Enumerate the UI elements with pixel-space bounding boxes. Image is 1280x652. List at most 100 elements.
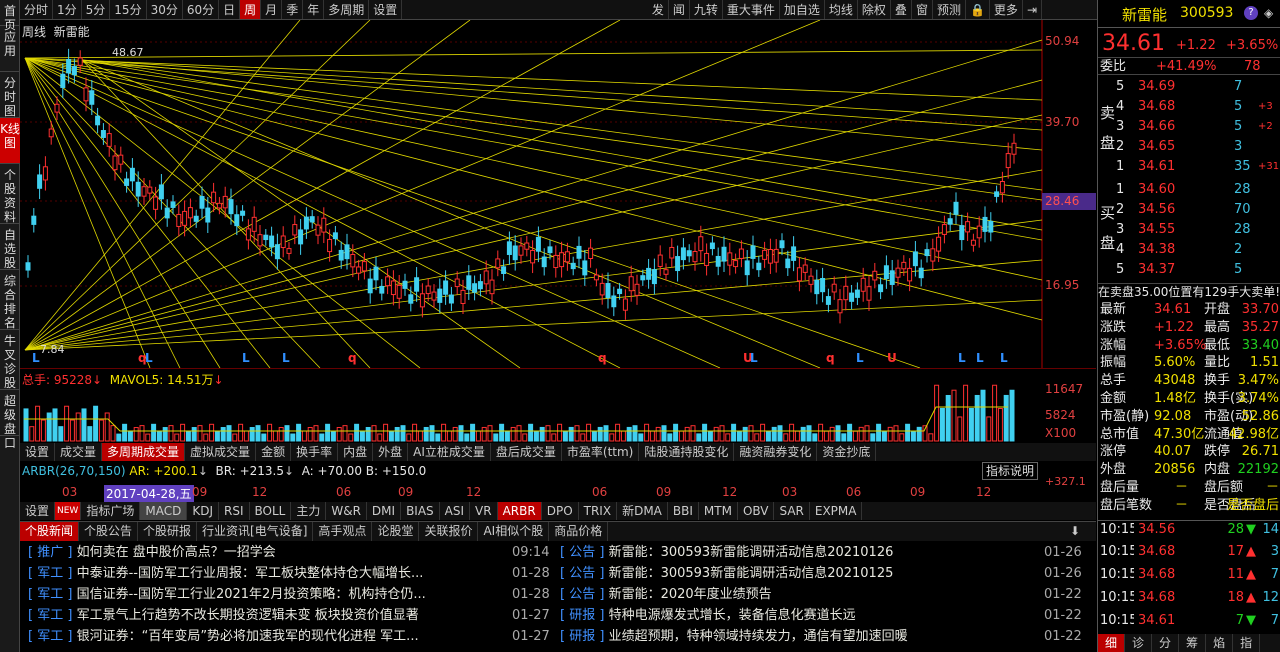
period-tab[interactable]: 60分: [183, 0, 220, 19]
period-tab[interactable]: 5分: [82, 0, 111, 19]
toolbar-button[interactable]: 🔒: [966, 0, 990, 19]
indicator-tab[interactable]: BBI: [668, 502, 699, 520]
news-item[interactable]: [ 研报 ] 特种电源爆发式增长，装备信息化赛道长远: [560, 605, 1040, 626]
volume-indicator-tab[interactable]: 多周期成交量: [102, 443, 186, 461]
news-tab[interactable]: 论股堂: [372, 522, 420, 541]
volume-indicator-tab[interactable]: 设置: [20, 443, 56, 461]
volume-indicator-tab[interactable]: 虚拟成交量: [185, 443, 257, 461]
indicator-tab[interactable]: MTM: [699, 502, 738, 520]
indicator-tab[interactable]: EXPMA: [810, 502, 863, 520]
period-tab[interactable]: 多周期: [324, 0, 370, 19]
volume-indicator-tab[interactable]: 陆股通持股变化: [639, 443, 735, 461]
toolbar-button[interactable]: 均线: [825, 0, 858, 19]
toolbar-button[interactable]: ⇥: [1023, 0, 1042, 19]
volume-indicator-tab[interactable]: 金额: [256, 443, 292, 461]
news-item[interactable]: [ 军工 ] 中泰证券--国防军工行业周报：军工板块整体持仓大幅增长...: [28, 563, 508, 584]
toolbar-button[interactable]: 发: [648, 0, 669, 19]
news-item[interactable]: [ 公告 ] 新雷能：300593新雷能调研活动信息20210126: [560, 542, 1040, 563]
indicator-tab[interactable]: OBV: [738, 502, 775, 520]
news-tab[interactable]: 个股研报: [138, 522, 198, 541]
news-item[interactable]: [ 公告 ] 新雷能：300593新雷能调研活动信息20210125: [560, 563, 1040, 584]
period-tab[interactable]: 1分: [53, 0, 82, 19]
period-tab[interactable]: 分时: [20, 0, 54, 19]
news-item[interactable]: [ 推广 ] 如何卖在 盘中股价高点？一招学会: [28, 542, 508, 563]
indicator-tab[interactable]: SAR: [774, 502, 810, 520]
toolbar-button[interactable]: 预测: [933, 0, 966, 19]
indicator-tab[interactable]: DMI: [367, 502, 402, 520]
toolbar-button[interactable]: 叠: [891, 0, 912, 19]
indicator-tab[interactable]: RSI: [219, 502, 250, 520]
news-item[interactable]: [ 公告 ] 新雷能：2020年度业绩预告: [560, 584, 1040, 605]
indicator-tab[interactable]: ARBR: [497, 502, 542, 520]
toolbar-button[interactable]: 重大事件: [723, 0, 780, 19]
nav-item-5[interactable]: 自选股: [0, 224, 20, 270]
expand-icon[interactable]: ◈: [1264, 6, 1273, 20]
indicator-help-button[interactable]: 指标说明: [982, 462, 1038, 480]
nav-item-2[interactable]: 分时图: [0, 72, 20, 118]
toolbar-button[interactable]: 更多: [990, 0, 1023, 19]
volume-indicator-tab[interactable]: 盘后成交量: [491, 443, 562, 461]
period-tab[interactable]: 15分: [110, 0, 147, 19]
indicator-tab[interactable]: 新DMA: [617, 502, 668, 520]
download-icon[interactable]: ⬇: [1070, 524, 1080, 538]
indicator-tab[interactable]: W&R: [326, 502, 367, 520]
news-tab[interactable]: AI相似个股: [478, 522, 550, 541]
info-icon[interactable]: ?: [1244, 6, 1258, 20]
indicator-tab[interactable]: ASI: [440, 502, 471, 520]
volume-indicator-tab[interactable]: 内盘: [338, 443, 374, 461]
quote-tab[interactable]: 分: [1152, 634, 1180, 652]
volume-indicator-tab[interactable]: 成交量: [55, 443, 103, 461]
news-item[interactable]: [ 军工 ] 国信证券--国防军工行业2021年2月投资策略：机构持仓仍...: [28, 584, 508, 605]
toolbar-button[interactable]: 窗: [912, 0, 933, 19]
kline-chart[interactable]: LqLLLqqULqLULLL 周线 新雷能 48.67 7.84 50.94 …: [20, 20, 1096, 368]
volume-indicator-tab[interactable]: 换手率: [291, 443, 339, 461]
news-tab[interactable]: 关联报价: [419, 522, 479, 541]
indicator-tab[interactable]: TRIX: [579, 502, 618, 520]
news-tab[interactable]: 个股公告: [79, 522, 139, 541]
period-tab[interactable]: 30分: [147, 0, 183, 19]
nav-item-7[interactable]: 牛叉诊股: [0, 330, 20, 390]
period-tab[interactable]: 季: [282, 0, 304, 19]
period-tab[interactable]: 设置: [369, 0, 403, 19]
news-tab[interactable]: 行业资讯[电气设备]: [197, 522, 314, 541]
period-tab[interactable]: 日: [219, 0, 241, 19]
news-item[interactable]: [ 军工 ] 银河证券：“百年变局”势必将加速我军的现代化进程 军工...: [28, 626, 508, 647]
quote-tab[interactable]: 细: [1098, 634, 1126, 652]
indicator-tab[interactable]: BIAS: [401, 502, 440, 520]
volume-indicator-tab[interactable]: 外盘: [373, 443, 409, 461]
news-tab[interactable]: 高手观点: [313, 522, 373, 541]
quote-tab[interactable]: 指: [1233, 634, 1261, 652]
toolbar-button[interactable]: 闻: [669, 0, 690, 19]
new-badge[interactable]: NEW: [55, 502, 82, 520]
quote-tab[interactable]: 焰: [1206, 634, 1234, 652]
toolbar-button[interactable]: 除权: [858, 0, 891, 19]
toolbar-button[interactable]: 加自选: [780, 0, 825, 19]
indicator-tab[interactable]: DPO: [542, 502, 579, 520]
nav-item-1[interactable]: 应用: [0, 26, 20, 72]
toolbar-button[interactable]: 九转: [690, 0, 723, 19]
period-tab[interactable]: 月: [261, 0, 283, 19]
news-item[interactable]: [ 研报 ] 业绩超预期，特种领域持续发力，通信有望加速回暖: [560, 626, 1040, 647]
nav-item-8[interactable]: 超级盘口: [0, 390, 20, 450]
nav-item-0[interactable]: 首页: [0, 0, 20, 32]
volume-indicator-tab[interactable]: AI立桩成交量: [408, 443, 491, 461]
nav-item-4[interactable]: 个股资料: [0, 164, 20, 224]
period-tab[interactable]: 年: [303, 0, 325, 19]
quote-tab[interactable]: 诊: [1125, 634, 1153, 652]
indicator-tab[interactable]: VR: [470, 502, 498, 520]
period-tab[interactable]: 周: [240, 0, 262, 19]
indicator-tab[interactable]: MACD: [140, 502, 188, 520]
news-item[interactable]: [ 军工 ] 军工景气上行趋势不改长期投资逻辑未变 板块投资价值显著: [28, 605, 508, 626]
indicator-tab[interactable]: BOLL: [250, 502, 292, 520]
indicator-tab[interactable]: 设置: [20, 502, 56, 520]
indicator-tab[interactable]: 指标广场: [81, 502, 141, 520]
quote-tab[interactable]: 筹: [1179, 634, 1207, 652]
nav-item-3[interactable]: K线图: [0, 118, 20, 164]
volume-indicator-tab[interactable]: 融资融券变化: [734, 443, 818, 461]
news-tab[interactable]: 商品价格: [549, 522, 609, 541]
volume-indicator-tab[interactable]: 资金抄底: [817, 443, 877, 461]
nav-item-6[interactable]: 综合排名: [0, 270, 20, 330]
news-tab[interactable]: 个股新闻: [20, 522, 80, 541]
volume-indicator-tab[interactable]: 市盈率(ttm): [562, 443, 640, 461]
indicator-tab[interactable]: 主力: [291, 502, 327, 520]
